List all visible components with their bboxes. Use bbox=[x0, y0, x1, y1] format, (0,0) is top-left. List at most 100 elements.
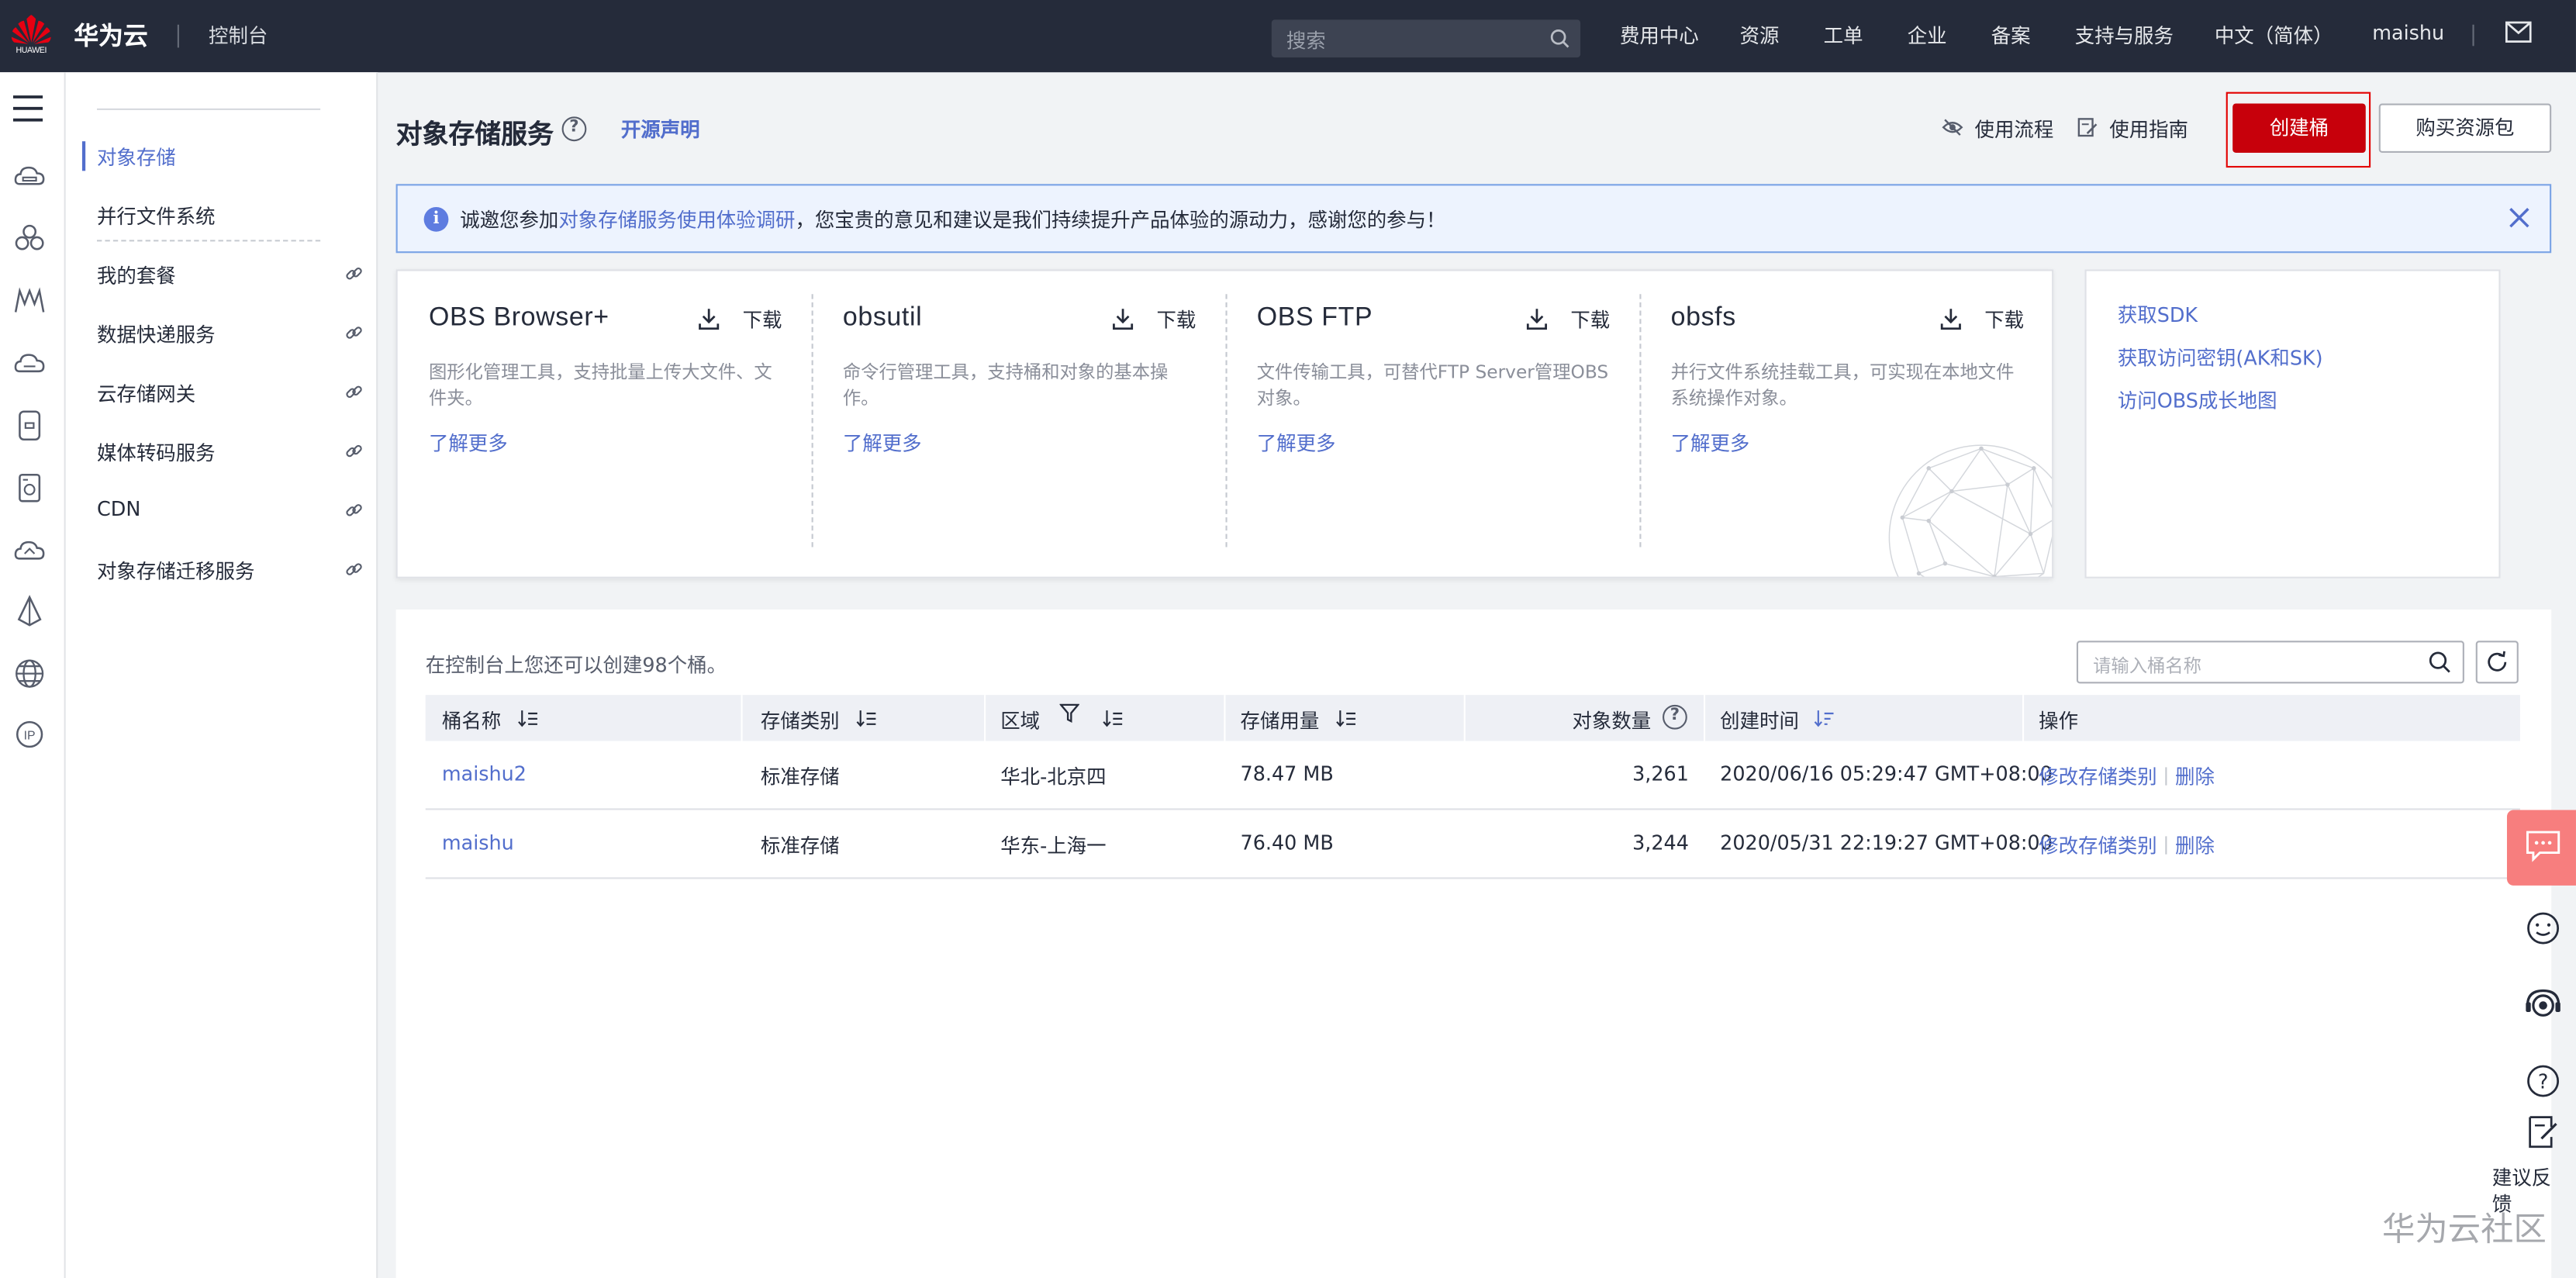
logo-text: HUAWEI bbox=[10, 46, 53, 56]
cloud-server-icon[interactable] bbox=[13, 161, 46, 194]
change-storage-class-link[interactable]: 修改存储类别 bbox=[2039, 834, 2157, 858]
search-icon[interactable] bbox=[1549, 28, 1571, 50]
language-selector[interactable]: 中文（简体） bbox=[2215, 22, 2333, 50]
nav-resources[interactable]: 资源 bbox=[1740, 22, 1780, 50]
tool-description: 命令行管理工具，支持桶和对象的基本操作。 bbox=[843, 360, 1198, 413]
info-icon: i bbox=[424, 207, 449, 232]
sidebar: 对象存储 并行文件系统 我的套餐 数据快递服务 云存储网关 媒体转码服务 CDN… bbox=[66, 72, 378, 1278]
ip-icon[interactable]: IP bbox=[13, 718, 46, 751]
nav-tickets[interactable]: 工单 bbox=[1824, 22, 1863, 50]
tool-cards: OBS Browser+ 下载 图形化管理工具，支持批量上传大文件、文件夹。 了… bbox=[396, 269, 2054, 578]
download-link[interactable]: 下载 bbox=[743, 306, 782, 333]
learn-more-link[interactable]: 了解更多 bbox=[429, 429, 508, 457]
open-source-link[interactable]: 开源声明 bbox=[621, 115, 700, 143]
nav-filing[interactable]: 备案 bbox=[1991, 22, 2031, 50]
storage-device-icon[interactable] bbox=[13, 409, 46, 442]
learn-more-link[interactable]: 了解更多 bbox=[1257, 429, 1336, 457]
sidebar-item-cdn[interactable]: CDN bbox=[97, 495, 363, 527]
sail-icon[interactable] bbox=[13, 595, 46, 627]
storage-class: 标准存储 bbox=[761, 831, 840, 859]
usage-guide-label: 使用指南 bbox=[2109, 115, 2188, 143]
wireframe-globe-decoration bbox=[1880, 435, 2054, 578]
cloud-db-icon[interactable] bbox=[13, 347, 46, 379]
download-icon bbox=[1526, 307, 1548, 330]
sidebar-item-parallel-fs[interactable]: 并行文件系统 bbox=[97, 199, 363, 231]
sidebar-item-my-packages[interactable]: 我的套餐 bbox=[97, 258, 363, 291]
sort-icon[interactable] bbox=[1335, 710, 1357, 727]
eye-hidden-icon bbox=[1942, 116, 1963, 138]
user-menu[interactable]: maishu bbox=[2372, 22, 2444, 45]
filter-icon[interactable] bbox=[1059, 703, 1079, 723]
nav-enterprise[interactable]: 企业 bbox=[1908, 22, 1947, 50]
delete-link[interactable]: 删除 bbox=[2175, 765, 2215, 789]
sort-icon[interactable] bbox=[1103, 710, 1124, 727]
sidebar-item-media-transcode[interactable]: 媒体转码服务 bbox=[97, 435, 363, 468]
headset-service-icon[interactable] bbox=[2523, 986, 2563, 1025]
column-header-actions: 操作 bbox=[2039, 706, 2078, 734]
notice-suffix: ，您宝贵的意见和建议是我们持续提升产品体验的源动力，感谢您的参与！ bbox=[795, 209, 1445, 232]
divider bbox=[2022, 695, 2024, 741]
nav-billing[interactable]: 费用中心 bbox=[1620, 22, 1699, 50]
sidebar-item-object-storage[interactable]: 对象存储 bbox=[97, 140, 363, 172]
online-chat-button[interactable] bbox=[2507, 810, 2576, 885]
download-label: 下载 bbox=[1984, 309, 2024, 332]
tool-card-obs-ftp: OBS FTP 下载 文件传输工具，可替代FTP Server管理OBS对象。 … bbox=[1225, 271, 1639, 579]
console-link[interactable]: 控制台 bbox=[209, 22, 268, 50]
divider bbox=[178, 25, 179, 48]
refresh-button[interactable] bbox=[2476, 641, 2519, 683]
download-label: 下载 bbox=[743, 309, 782, 332]
download-link[interactable]: 下载 bbox=[1570, 306, 1610, 333]
cluster-icon[interactable] bbox=[13, 222, 46, 254]
nav-support[interactable]: 支持与服务 bbox=[2075, 22, 2174, 50]
sidebar-item-data-express[interactable]: 数据快递服务 bbox=[97, 317, 363, 350]
bucket-search-input[interactable]: 请输入桶名称 bbox=[2077, 641, 2464, 683]
sort-icon[interactable] bbox=[517, 710, 539, 727]
tool-description: 图形化管理工具，支持批量上传大文件、文件夹。 bbox=[429, 360, 784, 413]
mail-icon[interactable] bbox=[2505, 22, 2532, 43]
created-time: 2020/06/16 05:29:47 GMT+08:00 bbox=[1720, 762, 2053, 786]
huawei-logo[interactable]: HUAWEI bbox=[10, 13, 53, 59]
sort-desc-icon[interactable] bbox=[1814, 710, 1835, 727]
change-storage-class-link[interactable]: 修改存储类别 bbox=[2039, 765, 2157, 789]
divider bbox=[1704, 695, 1705, 741]
network-icon[interactable] bbox=[13, 285, 46, 317]
growth-map-link[interactable]: 访问OBS成长地图 bbox=[2118, 386, 2277, 414]
download-label: 下载 bbox=[1156, 309, 1196, 332]
help-icon[interactable]: ? bbox=[562, 116, 587, 141]
brand-name[interactable]: 华为云 bbox=[74, 18, 147, 52]
tool-name: obsutil bbox=[843, 304, 922, 333]
download-link[interactable]: 下载 bbox=[1156, 306, 1196, 333]
bucket-name-link[interactable]: maishu2 bbox=[442, 762, 527, 786]
tool-description: 并行文件系统挂载工具，可实现在本地文件系统操作对象。 bbox=[1671, 360, 2026, 413]
survey-link[interactable]: 对象存储服务使用体验调研 bbox=[558, 209, 795, 232]
close-icon[interactable] bbox=[2509, 207, 2530, 229]
smile-assistant-icon[interactable] bbox=[2523, 909, 2563, 948]
bucket-name-link[interactable]: maishu bbox=[442, 831, 514, 855]
create-bucket-button[interactable]: 创建桶 bbox=[2232, 103, 2366, 153]
table-row: maishu2 标准存储 华北-北京四 78.47 MB 3,261 2020/… bbox=[426, 741, 2520, 810]
download-link[interactable]: 下载 bbox=[1984, 306, 2024, 333]
quick-links-card: 获取SDK 获取访问密钥(AK和SK) 访问OBS成长地图 bbox=[2085, 269, 2501, 578]
get-sdk-link[interactable]: 获取SDK bbox=[2118, 301, 2198, 329]
menu-icon[interactable] bbox=[12, 94, 44, 123]
sidebar-item-migration[interactable]: 对象存储迁移服务 bbox=[97, 554, 363, 586]
get-access-key-link[interactable]: 获取访问密钥(AK和SK) bbox=[2118, 344, 2323, 371]
delete-link[interactable]: 删除 bbox=[2175, 834, 2215, 858]
sidebar-item-storage-gateway[interactable]: 云存储网关 bbox=[97, 376, 363, 409]
global-search-input[interactable]: 搜索 bbox=[1272, 19, 1580, 57]
tool-card-obs-browser: OBS Browser+ 下载 图形化管理工具，支持批量上传大文件、文件夹。 了… bbox=[398, 271, 812, 579]
feedback-icon[interactable] bbox=[2523, 1112, 2563, 1152]
search-placeholder: 请输入桶名称 bbox=[2093, 652, 2201, 679]
cloud-icon[interactable] bbox=[13, 534, 46, 567]
external-link-icon bbox=[345, 560, 363, 578]
disk-icon[interactable] bbox=[13, 471, 46, 504]
learn-more-link[interactable]: 了解更多 bbox=[843, 429, 922, 457]
help-icon[interactable]: ? bbox=[1663, 705, 1687, 730]
help-icon[interactable]: ? bbox=[2523, 1062, 2563, 1101]
svg-text:IP: IP bbox=[24, 729, 36, 742]
learn-more-link[interactable]: 了解更多 bbox=[1671, 429, 1750, 457]
sort-icon[interactable] bbox=[856, 710, 878, 727]
buy-package-button[interactable]: 购买资源包 bbox=[2379, 103, 2551, 153]
search-icon[interactable] bbox=[2428, 651, 2451, 674]
globe-icon[interactable] bbox=[13, 657, 46, 689]
